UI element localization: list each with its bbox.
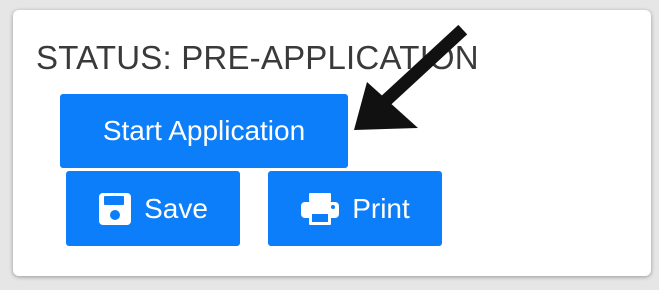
save-button[interactable]: Save [66, 171, 240, 246]
printer-icon [300, 192, 340, 226]
print-label: Print [352, 192, 410, 224]
start-application-label: Start Application [102, 115, 306, 146]
start-application-button[interactable]: Start Application [60, 94, 348, 168]
page: STATUS: PRE-APPLICATION Start Applicatio… [0, 0, 659, 290]
print-button[interactable]: Print [268, 171, 442, 246]
floppy-disk-icon [98, 192, 132, 226]
arrow-icon [354, 24, 468, 130]
save-label: Save [144, 192, 208, 224]
